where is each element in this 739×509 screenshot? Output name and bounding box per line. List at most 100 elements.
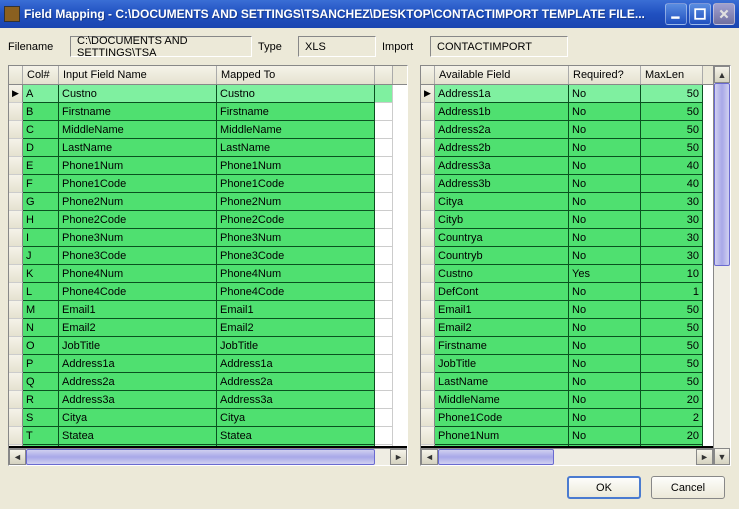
ok-button[interactable]: OK <box>567 476 641 499</box>
cell-mapped[interactable]: Citya <box>217 409 375 427</box>
cell-input[interactable]: JobTitle <box>59 337 217 355</box>
cell-maxlen[interactable]: 50 <box>641 85 703 103</box>
h-scrollbar-left[interactable]: ◄ ► <box>9 448 407 465</box>
cell-input[interactable]: LastName <box>59 139 217 157</box>
cell-required[interactable]: No <box>569 337 641 355</box>
cell-mapped[interactable]: JobTitle <box>217 337 375 355</box>
cell-input[interactable]: Email1 <box>59 301 217 319</box>
table-row[interactable]: DLastNameLastName <box>9 139 407 157</box>
table-row[interactable]: OJobTitleJobTitle <box>9 337 407 355</box>
cell-col[interactable]: T <box>23 427 59 445</box>
cell-maxlen[interactable]: 50 <box>641 121 703 139</box>
cell-input[interactable]: Phone3Code <box>59 247 217 265</box>
cell-mapped[interactable]: Address2a <box>217 373 375 391</box>
cell-col[interactable]: S <box>23 409 59 427</box>
cell-required[interactable]: No <box>569 175 641 193</box>
cell-maxlen[interactable]: 20 <box>641 391 703 409</box>
table-row[interactable]: CityaNo30 <box>421 193 713 211</box>
cell-maxlen[interactable]: 50 <box>641 301 703 319</box>
cell-maxlen[interactable]: 10 <box>641 265 703 283</box>
cell-field[interactable]: Citya <box>435 193 569 211</box>
table-row[interactable]: SCityaCitya <box>9 409 407 427</box>
cell-field[interactable]: Email1 <box>435 301 569 319</box>
cell-field[interactable]: Address3b <box>435 175 569 193</box>
cell-col[interactable]: E <box>23 157 59 175</box>
cell-col[interactable]: U <box>23 445 59 446</box>
cell-field[interactable]: Cityb <box>435 211 569 229</box>
cell-col[interactable]: I <box>23 229 59 247</box>
table-row[interactable]: RAddress3aAddress3a <box>9 391 407 409</box>
cell-required[interactable]: No <box>569 409 641 427</box>
scroll-down-icon[interactable]: ▼ <box>714 448 730 465</box>
table-row[interactable]: Address2bNo50 <box>421 139 713 157</box>
table-row[interactable]: JobTitleNo50 <box>421 355 713 373</box>
col-header-mapped[interactable]: Mapped To <box>217 66 375 84</box>
table-row[interactable]: CitybNo30 <box>421 211 713 229</box>
cell-maxlen[interactable]: 30 <box>641 211 703 229</box>
cell-col[interactable]: B <box>23 103 59 121</box>
cell-field[interactable]: Address1a <box>435 85 569 103</box>
cell-col[interactable]: G <box>23 193 59 211</box>
cell-col[interactable]: K <box>23 265 59 283</box>
col-header-maxlen[interactable]: MaxLen <box>641 66 703 84</box>
table-row[interactable]: IPhone3NumPhone3Num <box>9 229 407 247</box>
cell-required[interactable]: No <box>569 373 641 391</box>
cell-field[interactable]: Address2b <box>435 139 569 157</box>
cell-input[interactable]: Phone4Num <box>59 265 217 283</box>
cell-field[interactable]: JobTitle <box>435 355 569 373</box>
available-fields-table[interactable]: Available Field Required? MaxLen ▶Addres… <box>420 65 731 466</box>
cell-mapped[interactable]: Custno <box>217 85 375 103</box>
table-row[interactable]: LPhone4CodePhone4Code <box>9 283 407 301</box>
cell-mapped[interactable]: Phone1Code <box>217 175 375 193</box>
cell-required[interactable]: No <box>569 283 641 301</box>
cell-maxlen[interactable]: 50 <box>641 139 703 157</box>
maximize-button[interactable] <box>689 3 711 25</box>
cell-input[interactable]: Email2 <box>59 319 217 337</box>
table-row[interactable]: Phone1CodeNo2 <box>421 409 713 427</box>
table-row[interactable]: FirstnameNo50 <box>421 337 713 355</box>
table-row[interactable]: MEmail1Email1 <box>9 301 407 319</box>
cell-maxlen[interactable]: 40 <box>641 157 703 175</box>
table-row[interactable]: HPhone2CodePhone2Code <box>9 211 407 229</box>
table-row[interactable]: PAddress1aAddress1a <box>9 355 407 373</box>
cell-mapped[interactable]: MiddleName <box>217 121 375 139</box>
cell-required[interactable]: No <box>569 121 641 139</box>
cell-input[interactable]: Phone2Num <box>59 193 217 211</box>
h-scrollbar-right[interactable]: ◄ ► <box>421 448 713 465</box>
cell-mapped[interactable]: Phone4Code <box>217 283 375 301</box>
cell-input[interactable]: Phone1Code <box>59 175 217 193</box>
cell-mapped[interactable]: Phone2Code <box>217 211 375 229</box>
cell-required[interactable]: No <box>569 391 641 409</box>
cell-input[interactable]: Phone3Num <box>59 229 217 247</box>
cell-field[interactable]: Phone2Code <box>435 445 569 446</box>
table-row[interactable]: CustnoYes10 <box>421 265 713 283</box>
cell-col[interactable]: C <box>23 121 59 139</box>
cell-required[interactable]: No <box>569 301 641 319</box>
cell-required[interactable]: No <box>569 157 641 175</box>
scroll-up-icon[interactable]: ▲ <box>714 66 730 83</box>
table-row[interactable]: Phone2CodeNo2 <box>421 445 713 446</box>
col-header-col[interactable]: Col# <box>23 66 59 84</box>
import-field[interactable]: CONTACTIMPORT <box>430 36 568 57</box>
cell-input[interactable]: Phone4Code <box>59 283 217 301</box>
cell-input[interactable]: Statea <box>59 427 217 445</box>
cell-field[interactable]: MiddleName <box>435 391 569 409</box>
cell-mapped[interactable]: Firstname <box>217 103 375 121</box>
cell-field[interactable]: Firstname <box>435 337 569 355</box>
cell-maxlen[interactable]: 30 <box>641 193 703 211</box>
cell-required[interactable]: No <box>569 139 641 157</box>
cell-maxlen[interactable]: 50 <box>641 337 703 355</box>
mapping-table[interactable]: Col# Input Field Name Mapped To ▶ACustno… <box>8 65 408 466</box>
cell-required[interactable]: Yes <box>569 265 641 283</box>
cell-field[interactable]: Address2a <box>435 121 569 139</box>
cell-maxlen[interactable]: 1 <box>641 283 703 301</box>
cell-input[interactable]: Phone2Code <box>59 211 217 229</box>
cell-required[interactable]: No <box>569 445 641 446</box>
cell-required[interactable]: No <box>569 85 641 103</box>
table-row[interactable]: KPhone4NumPhone4Num <box>9 265 407 283</box>
table-row[interactable]: Address3aNo40 <box>421 157 713 175</box>
table-row[interactable]: Address1bNo50 <box>421 103 713 121</box>
table-row[interactable]: ▶Address1aNo50 <box>421 85 713 103</box>
cell-input[interactable]: MiddleName <box>59 121 217 139</box>
col-header-input[interactable]: Input Field Name <box>59 66 217 84</box>
